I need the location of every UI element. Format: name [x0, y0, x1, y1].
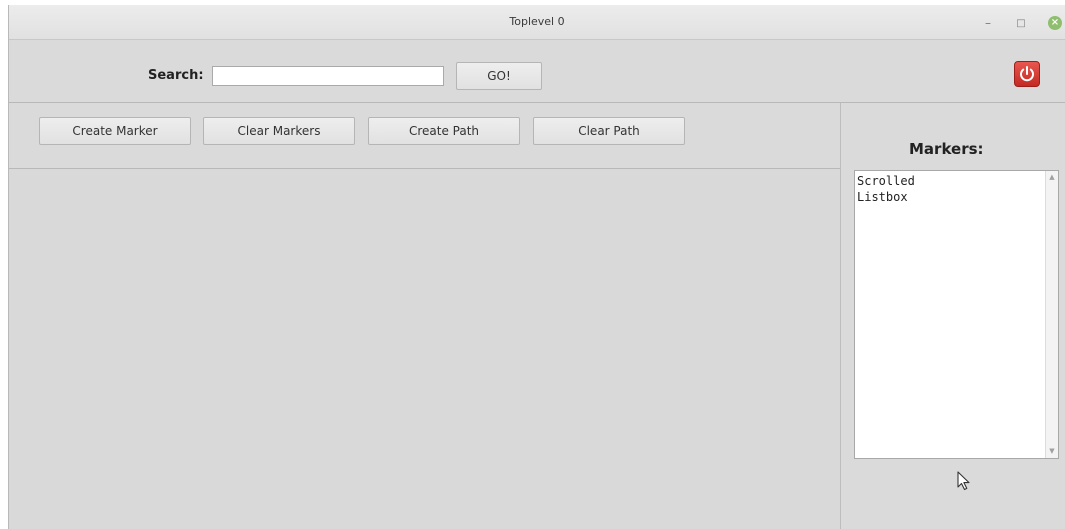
power-button[interactable] [1014, 61, 1040, 87]
close-glyph: × [1050, 17, 1060, 28]
application-window: Toplevel 0 – □ × Search: GO! Create Mark… [8, 5, 1065, 529]
listbox-scrollbar[interactable]: ▲ ▼ [1045, 171, 1058, 458]
search-input[interactable] [212, 66, 444, 86]
maximize-button[interactable]: □ [1012, 14, 1030, 32]
clear-markers-button[interactable]: Clear Markers [203, 117, 355, 145]
power-icon [1020, 66, 1034, 82]
listbox-items: Scrolled Listbox [855, 171, 1044, 458]
markers-listbox[interactable]: Scrolled Listbox ▲ ▼ [854, 170, 1059, 459]
minimize-button[interactable]: – [979, 14, 997, 32]
map-canvas[interactable] [9, 169, 840, 529]
markers-panel: Markers: Scrolled Listbox ▲ ▼ [840, 103, 1065, 529]
markers-heading: Markers: [909, 140, 984, 158]
minimize-icon: – [985, 16, 991, 30]
list-item[interactable]: Listbox [857, 189, 1042, 205]
go-button[interactable]: GO! [456, 62, 542, 90]
mouse-cursor-icon [957, 471, 970, 491]
window-title: Toplevel 0 [509, 15, 565, 28]
search-label: Search: [148, 68, 204, 83]
close-button[interactable]: × [1046, 14, 1064, 32]
scroll-up-icon[interactable]: ▲ [1048, 173, 1056, 182]
create-marker-button[interactable]: Create Marker [39, 117, 191, 145]
maximize-icon: □ [1016, 17, 1026, 29]
create-path-button[interactable]: Create Path [368, 117, 520, 145]
search-bar: Search: GO! [9, 40, 1065, 103]
clear-path-button[interactable]: Clear Path [533, 117, 685, 145]
title-bar[interactable]: Toplevel 0 – □ × [9, 5, 1065, 40]
list-item[interactable]: Scrolled [857, 173, 1042, 189]
scroll-down-icon[interactable]: ▼ [1048, 447, 1056, 456]
action-toolbar: Create Marker Clear Markers Create Path … [9, 103, 840, 169]
close-icon: × [1048, 16, 1062, 30]
